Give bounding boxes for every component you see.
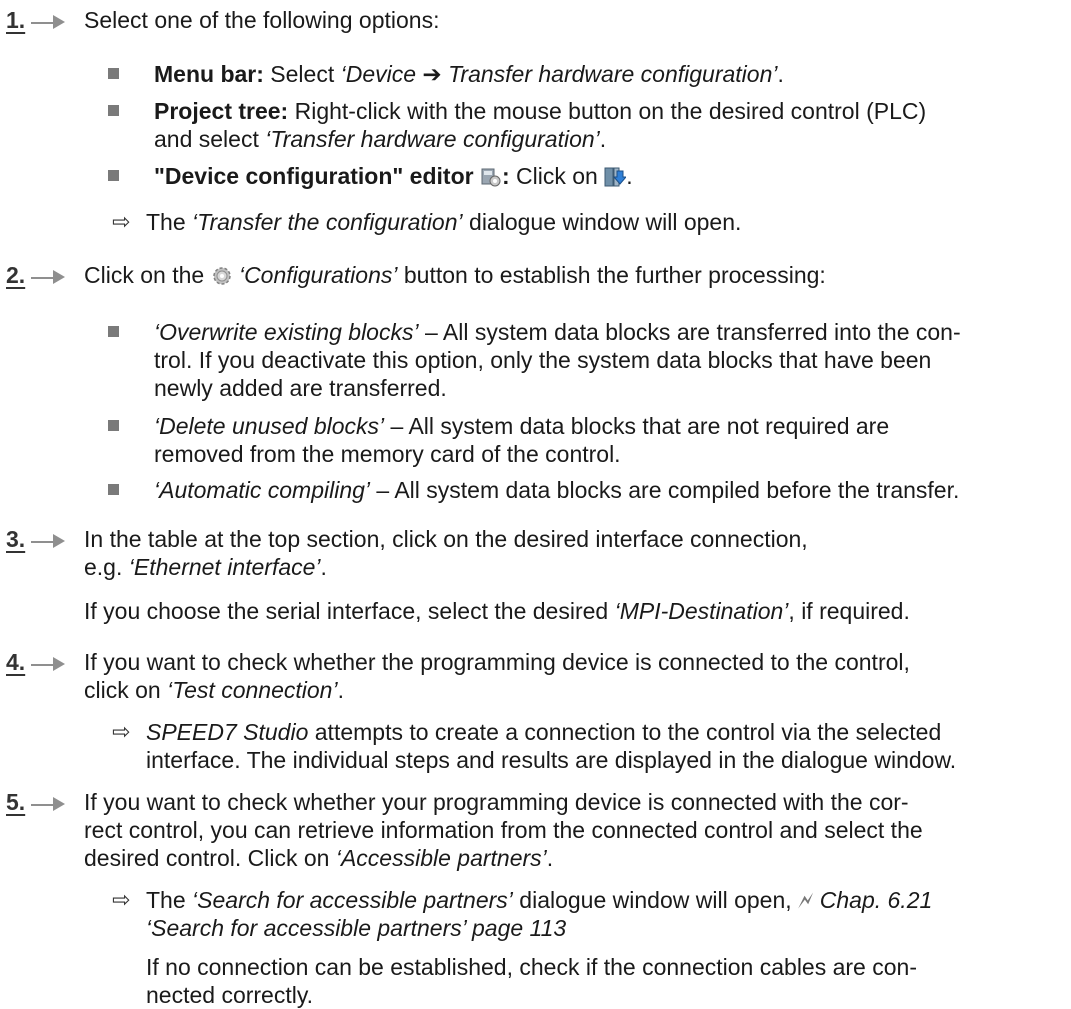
bullet-square-icon	[108, 105, 119, 116]
step-number: 5.	[6, 789, 26, 815]
bullet-label: Project tree:	[154, 98, 289, 124]
link-arrow-icon: 🗲	[798, 887, 814, 913]
step-arrow-icon	[31, 270, 65, 284]
bullet-label: "Device configuration" editor	[154, 163, 474, 189]
bullet-square-icon	[108, 484, 119, 495]
step-arrow-icon	[31, 797, 65, 811]
step-number: 4.	[6, 649, 26, 675]
device-config-icon	[481, 168, 501, 187]
step-number: 1.	[6, 7, 26, 33]
bullet-square-icon	[108, 68, 119, 79]
result-arrow-icon: ⇨	[112, 887, 131, 912]
step-arrow-icon	[31, 534, 65, 548]
gear-icon	[212, 267, 231, 285]
result-arrow-icon: ⇨	[112, 209, 131, 234]
step-text: Select one of the following options:	[84, 7, 440, 33]
bullet-square-icon	[108, 326, 119, 337]
step-number: 2.	[6, 262, 26, 288]
step-number: 3.	[6, 526, 26, 552]
cross-reference-link[interactable]: Chap. 6.21	[820, 887, 933, 913]
cross-reference-link-target[interactable]: ‘Search for accessible partners’ page 11…	[146, 915, 566, 941]
menu-path: ‘Device ➔ Transfer hardware configuratio…	[340, 61, 778, 87]
bullet-square-icon	[108, 420, 119, 431]
bullet-label: Menu bar:	[154, 61, 264, 87]
bullet-square-icon	[108, 170, 119, 181]
result-arrow-icon: ⇨	[112, 719, 131, 744]
transfer-download-icon	[604, 167, 627, 187]
step-arrow-icon	[31, 15, 65, 29]
step-arrow-icon	[31, 657, 65, 671]
